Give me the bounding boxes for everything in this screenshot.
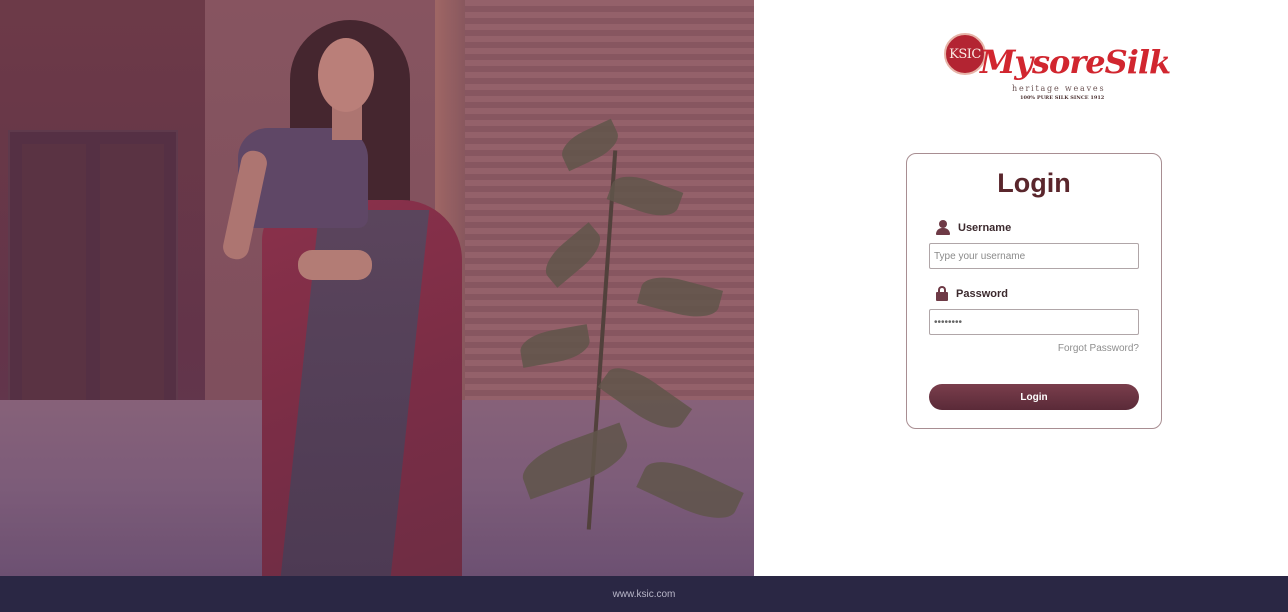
username-label-row: Username [936, 220, 1011, 235]
forgot-password-link[interactable]: Forgot Password? [1058, 343, 1139, 354]
hero-image [0, 0, 754, 576]
password-input[interactable] [929, 309, 1139, 335]
logo-since-text: 100% PURE SILK SINCE 1912 [1020, 95, 1105, 101]
password-label-row: Password [936, 286, 1008, 301]
lock-icon [936, 286, 948, 301]
login-button[interactable]: Login [929, 384, 1139, 410]
login-page: KSIC MysoreSilk heritage weaves 100% PUR… [0, 0, 1288, 612]
logo-tagline: heritage weaves [1012, 84, 1106, 93]
site-footer: www.ksic.com [0, 576, 1288, 612]
user-icon [936, 220, 950, 235]
footer-website-text: www.ksic.com [612, 588, 676, 600]
logo-brand-name: MysoreSilk [980, 43, 1171, 81]
username-label: Username [958, 221, 1012, 234]
login-panel: KSIC MysoreSilk heritage weaves 100% PUR… [754, 0, 1288, 576]
username-input[interactable] [929, 243, 1139, 269]
login-title: Login [997, 168, 1071, 198]
password-label: Password [956, 287, 1008, 300]
brand-logo: KSIC MysoreSilk heritage weaves 100% PUR… [944, 33, 1171, 105]
hero-tint-overlay [0, 0, 754, 576]
